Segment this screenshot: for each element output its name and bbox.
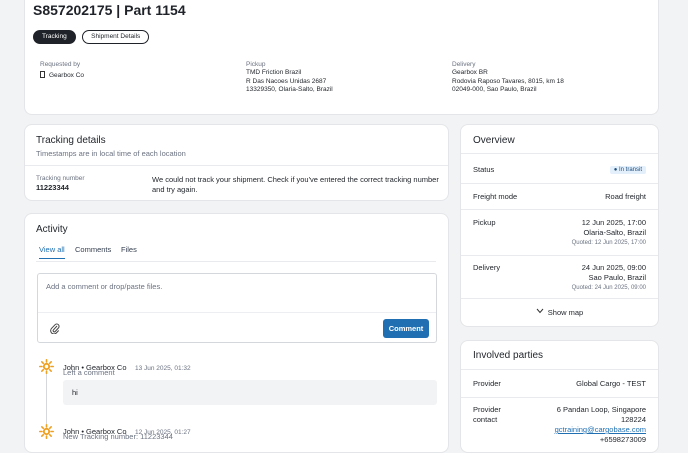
activity-title: Activity [36, 224, 68, 235]
status-label: Status [473, 165, 495, 174]
tracking-number-label: Tracking number [36, 175, 85, 182]
tracking-subtitle: Timestamps are in local time of each loc… [36, 149, 186, 158]
contact-address: 6 Pandan Loop, Singapore [556, 405, 646, 414]
contact-address: 128224 [620, 415, 646, 424]
divider [461, 298, 658, 299]
delivery-address: Gearbox BR Rodovia Raposo Tavares, 8015,… [452, 69, 564, 93]
delivery-label: Delivery [452, 61, 476, 68]
divider [25, 165, 448, 166]
comment-bubble: hi [63, 380, 437, 405]
contact-email-link[interactable]: gctraining@cargobase.com [555, 425, 646, 435]
involved-parties-card: Involved parties Provider Global Cargo -… [460, 340, 659, 453]
requested-by-label: Requested by [40, 61, 81, 68]
freight-mode-label: Freight mode [473, 192, 518, 201]
show-map-button[interactable]: Show map [461, 308, 658, 317]
pickup-label: Pickup [473, 218, 496, 227]
pickup-label: Pickup [246, 61, 266, 68]
tab-files[interactable]: Files [121, 245, 137, 254]
pickup-address: TMD Friction Brazil R Das Nacoes Unidas … [246, 69, 333, 93]
divider [461, 369, 658, 370]
divider [461, 153, 658, 154]
tracking-message: We could not track your shipment. Check … [152, 175, 439, 194]
chevron-down-icon [536, 308, 544, 314]
sun-icon [39, 359, 54, 374]
delivery-place: Sao Paulo, Brazil [588, 273, 646, 282]
pickup-place: Olaria-Salto, Brazil [583, 228, 646, 237]
activity-card: Activity View all Comments Files Add a c… [24, 213, 449, 453]
freight-mode: Road freight [605, 192, 646, 201]
divider [38, 312, 436, 313]
tracking-details-card: Tracking details Timestamps are in local… [24, 124, 449, 201]
overview-card: Overview Status ● In transit Freight mod… [460, 124, 659, 327]
divider [461, 255, 658, 256]
entry-action: Left a comment [63, 368, 115, 377]
provider-name: Global Cargo - TEST [576, 379, 646, 388]
comment-text: hi [72, 388, 78, 397]
status-badge: ● In transit [609, 166, 646, 174]
entry-action: New Tracking number: 11223344 [63, 432, 173, 441]
timeline-line [46, 374, 47, 424]
comment-input[interactable]: Add a comment or drop/paste files. [46, 282, 162, 291]
sun-icon [39, 424, 54, 439]
page-title: S857202175 | Part 1154 [33, 2, 186, 18]
paperclip-icon[interactable] [50, 323, 60, 334]
tab-tracking[interactable]: Tracking [33, 30, 76, 44]
provider-label: Provider [473, 379, 501, 388]
pickup-date: 12 Jun 2025, 17:00 [581, 218, 646, 227]
contact-phone: +6598273009 [599, 435, 646, 444]
pickup-quoted: Quoted: 12 Jun 2025, 17:00 [571, 240, 646, 246]
entry-time: 13 Jun 2025, 01:32 [134, 365, 191, 372]
divider [461, 397, 658, 398]
delivery-label: Delivery [473, 263, 501, 272]
activity-tabs: View all Comments Files [36, 244, 436, 262]
comment-box[interactable]: Add a comment or drop/paste files. Comme… [37, 273, 437, 343]
comment-button[interactable]: Comment [383, 319, 429, 338]
delivery-quoted: Quoted: 24 Jun 2025, 09:00 [571, 285, 646, 291]
requested-by: Gearbox Co [40, 71, 84, 79]
divider [461, 209, 658, 210]
overview-title: Overview [473, 135, 515, 146]
tab-view-all[interactable]: View all [39, 245, 65, 259]
tab-shipment-details[interactable]: Shipment Details [82, 30, 150, 44]
delivery-date: 24 Jun 2025, 09:00 [581, 263, 646, 272]
building-icon [40, 71, 45, 78]
tab-comments[interactable]: Comments [75, 245, 111, 254]
shipment-header-card: S857202175 | Part 1154 Tracking Shipment… [24, 0, 659, 115]
divider [461, 183, 658, 184]
tracking-title: Tracking details [36, 135, 106, 146]
parties-title: Involved parties [473, 350, 544, 361]
tracking-number: 11223344 [36, 183, 69, 192]
